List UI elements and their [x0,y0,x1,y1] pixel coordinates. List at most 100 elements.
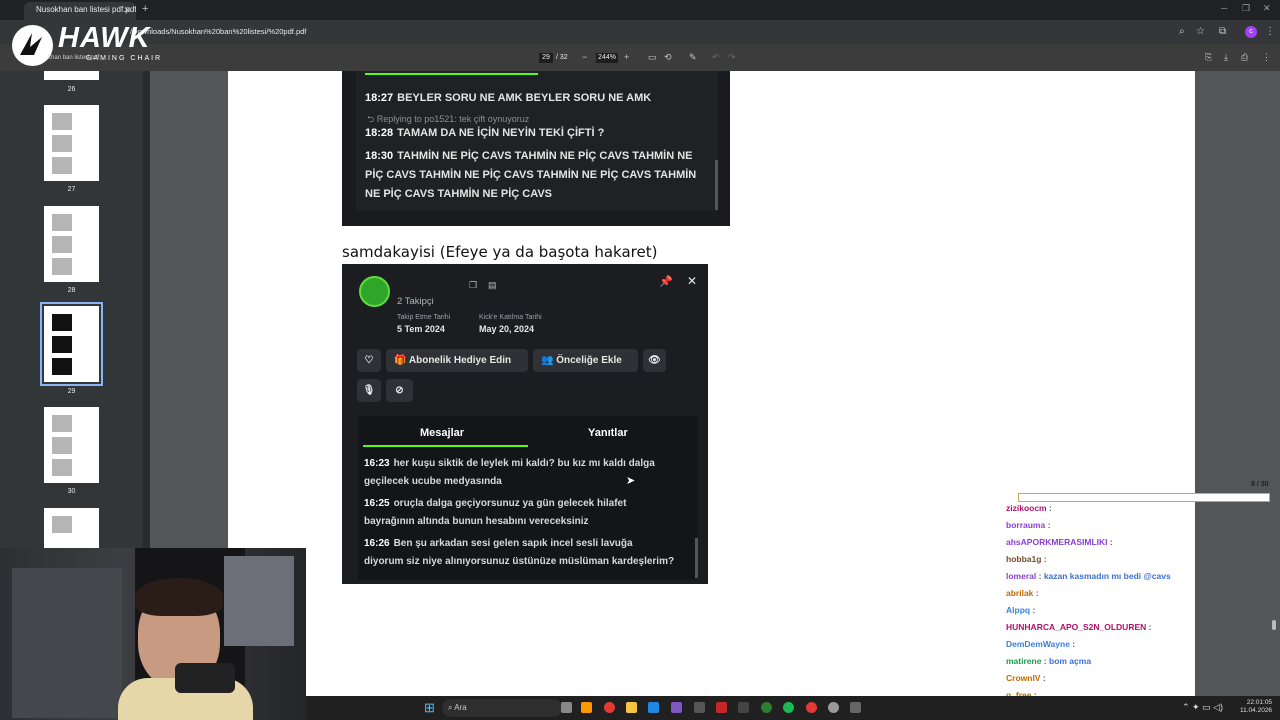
thumbnail-26[interactable] [44,71,99,80]
clock[interactable]: 22:01:05 11.04.2026 [1240,699,1272,715]
overlay-chat-sep: : [1030,605,1036,615]
more-options-icon[interactable]: ⋮ [1262,52,1271,63]
url-text[interactable]: /Downloads/Nusokhan%20ban%20listesi/%20p… [130,27,306,36]
annotate-icon[interactable]: ✎ [689,52,697,63]
watermark-brand: HAWK [58,22,151,54]
minimize-icon[interactable]: ─ [1221,3,1227,13]
explorer-icon[interactable] [626,702,637,713]
join-date-label: Kick'e Katılma Tarihi [479,314,542,321]
extensions-icon[interactable]: ⧉ [1219,26,1226,37]
zoom-in-icon[interactable]: + [624,52,629,62]
user-message-cont: geçilecek ucube medyasında [364,476,502,487]
user-message: 16:25 oruçla dalga geçiyorsunuz ya gün ge… [364,498,627,509]
thumbnail-label: 27 [67,186,76,193]
taskview-icon[interactable] [561,702,572,713]
undo-icon[interactable]: ↶ [712,52,720,63]
app-icon[interactable] [850,702,861,713]
window-close-icon[interactable]: ✕ [1263,3,1271,14]
tab-replies[interactable]: Yanıtlar [588,427,628,439]
close-tab-icon[interactable]: ✕ [123,2,131,18]
thumbnail-31[interactable] [44,508,99,548]
fit-page-icon[interactable]: ▭ [648,52,657,63]
pin-icon[interactable]: 📌 [659,275,673,288]
pdf-toolbar: 29 / 32 − 244% + ▭ ⟲ ✎ ↶ ↷ ⎘ ⤓ ⎙ ⋮ [0,44,1280,71]
app-icon[interactable] [828,702,839,713]
copy-icon[interactable]: ❐ [469,280,477,291]
background-furniture [12,568,122,718]
rotate-icon[interactable]: ⟲ [664,52,672,63]
thumbnail-label: 30 [67,488,76,495]
overlay-chat-sep: : [1046,503,1052,513]
add-priority-button[interactable]: 👥 Önceliğe Ekle [533,349,638,372]
overlay-chat-sep: : [1041,656,1049,666]
browser-tab[interactable]: Nusokhan ban listesi pdf.pdf ✕ [24,2,136,20]
new-tab-icon[interactable]: + [142,3,148,15]
viewer-scrollbar[interactable] [1272,620,1276,630]
app-icon[interactable] [694,702,705,713]
mute-icon: 🎙 [362,385,376,396]
app-icon[interactable] [716,702,727,713]
overlay-chat-user: matirene [1006,656,1042,666]
discord-icon[interactable] [671,702,682,713]
edge-icon[interactable] [648,702,659,713]
chrome-icon[interactable] [806,702,817,713]
overlay-chat-row: matirene : bom açma [1006,656,1091,666]
zoom-input[interactable]: 244% [596,53,618,63]
overlay-chat-user: CrownIV [1006,673,1041,683]
user-message: 16:26 Ben şu arkadan sesi gelen sapık inc… [364,538,633,549]
active-tab-underline [363,445,528,447]
print-icon[interactable]: ⎙ [1241,52,1248,63]
overlay-chat-row: abrilak : [1006,588,1039,598]
streamer-hair [135,578,223,616]
taskbar-search[interactable]: ⌕ Ara [442,699,562,717]
chrome-icon[interactable] [604,702,615,713]
app-icon[interactable] [581,702,592,713]
address-bar: /Downloads/Nusokhan%20ban%20listesi/%20p… [0,20,1280,44]
redo-icon[interactable]: ↷ [728,52,736,63]
follow-date-label: Takip Etme Tarihi [397,314,451,321]
page-number-input[interactable]: 29 [539,53,553,63]
thumbnail-label: 28 [67,287,76,294]
profile-avatar-icon[interactable]: c [1245,26,1257,38]
ban-icon: ⊘ [395,385,404,396]
thumbnail-29[interactable] [40,302,103,386]
app-icon[interactable] [738,702,749,713]
zoom-icon[interactable]: ⌕ [1179,26,1185,37]
thumbnail-28[interactable] [44,206,99,282]
tab-messages[interactable]: Mesajlar [420,427,464,439]
watch-button[interactable]: 👁 [643,349,666,372]
app-icon[interactable] [761,702,772,713]
overlay-chat-row: HUNHARCA_APO_S2N_OLDUREN : [1006,622,1151,632]
user-message-cont: bayrağının altında bunun hesabını verece… [364,516,589,527]
thumbnail-27[interactable] [44,105,99,181]
download-icon[interactable]: ⤓ [1224,52,1228,63]
overlay-chat-row: lomeral : kazan kasmadın mı bedi @cavs [1006,571,1171,581]
system-tray-icons[interactable]: ⌃ ✦ ▭ ◁) [1182,702,1223,713]
chat1-reply-indicator: ⮌ Replying to po1521: tek çift oynuyoruz [367,114,530,124]
join-date: May 20, 2024 [479,324,535,334]
maximize-icon[interactable]: ❐ [1242,3,1250,14]
bookmark-star-icon[interactable]: ☆ [1196,26,1205,37]
save-icon[interactable]: ⎘ [1205,52,1212,63]
close-card-icon[interactable]: ✕ [687,274,697,288]
overlay-chat-user: hobba1g [1006,554,1042,564]
overlay-chat-sep: : [1069,639,1076,649]
windows-start-icon[interactable]: ⊞ [424,700,435,716]
sidebar-scrollbar[interactable] [143,71,150,548]
goal-counter: 8 / 30 [1251,481,1269,488]
mute-button[interactable]: 🎙 [357,379,381,402]
messages-scrollbar[interactable] [695,538,698,578]
overlay-chat-sep: : [1040,673,1046,683]
sidebar-title-partial: khan ban listesi pdf [48,55,100,61]
overlay-chat-row: ahsAPORKMERASIMLIKI : [1006,537,1113,547]
overlay-chat-row: zizikoocm : [1006,503,1052,513]
thumbnail-30[interactable] [44,407,99,483]
ban-button[interactable]: ⊘ [386,379,413,402]
menu-icon[interactable]: ⋮ [1265,26,1275,37]
mouse-cursor-icon: ➤ [626,475,636,487]
heart-button[interactable]: ♡ [357,349,381,372]
card-icon[interactable]: ▤ [488,280,497,291]
gift-subscription-button[interactable]: 🎁 Abonelik Hediye Edin [386,349,528,372]
zoom-out-icon[interactable]: − [582,52,587,62]
spotify-icon[interactable] [783,702,794,713]
